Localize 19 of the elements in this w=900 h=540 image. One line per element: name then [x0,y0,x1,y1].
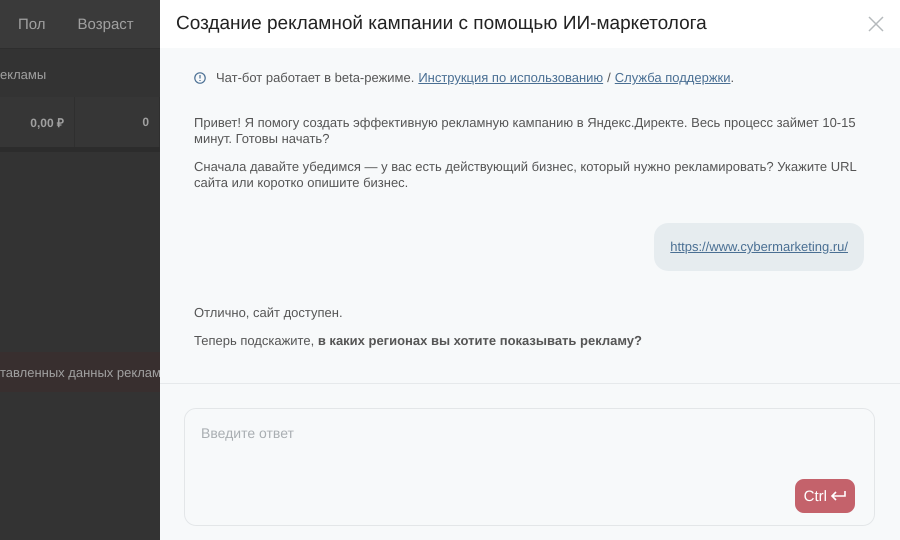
section-label: екламы [0,66,48,84]
beta-notice: Чат-бот работает в beta-режиме. [216,70,414,85]
send-button[interactable]: Ctrl [794,479,855,513]
dialog-title: Создание рекламной кампании с помощью ИИ-маркетолога [176,13,707,35]
bot-message: Теперь подскажите, в каких регионах вы хотите показывать рекламу? [194,333,643,349]
column-header: Возраст [78,16,134,32]
bot-message: Отлично, сайт доступен. [194,305,344,321]
period: . [730,70,734,85]
bot-message: Сначала давайте убедимся — у вас есть действующий бизнес, который нужно рекламировать? Укажите URL сайта или коротко опишите бизнес. [194,159,858,191]
support-link[interactable]: Служба поддержки [614,70,730,85]
column-header: Пол [18,16,46,32]
url-link[interactable]: https://www.cybermarketing.ru/ [670,239,848,254]
close-icon[interactable] [868,16,884,32]
return-icon [830,490,847,502]
separator: / [607,70,611,85]
info-icon [194,72,206,84]
instructions-link[interactable]: Инструкция по использованию [418,70,604,85]
notice-text: тавленных данных реклам [0,352,160,392]
bot-message: Привет! Я помогу создать эффективную рекламную кампанию в Яндекс.Директе. Весь процесс займет 10-15 минут. Готовы начать? [194,115,857,147]
